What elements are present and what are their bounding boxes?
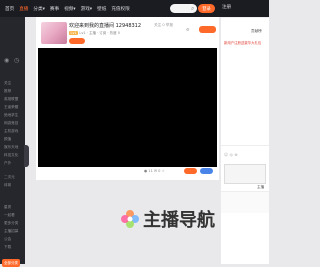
sidebar-item[interactable]: 主播招募 [4, 229, 18, 234]
sidebar-item[interactable]: 一起看 [4, 213, 15, 218]
gift-button[interactable] [184, 168, 197, 174]
user-icon[interactable]: ◉ [4, 57, 9, 64]
sidebar-item[interactable]: 王者荣耀 [4, 105, 18, 110]
divider [221, 145, 269, 146]
emoji-icon[interactable]: ☺ ◎ ⊕ [224, 152, 238, 157]
contribution-header[interactable]: 贡献榜 [251, 29, 262, 34]
share-button[interactable] [199, 26, 216, 33]
sidebar-item[interactable]: 网游竞技 [4, 121, 18, 126]
register-link[interactable]: 注册 [222, 4, 231, 10]
search-icon[interactable]: ⌕ [191, 5, 194, 13]
recharge-button[interactable] [200, 168, 213, 174]
streamer-avatar[interactable] [41, 22, 67, 44]
watermark: 主播导航 [120, 206, 215, 232]
settings-icon[interactable]: ⚙ [186, 27, 190, 32]
sidebar-item[interactable]: 下载 [4, 245, 11, 250]
sidebar-item[interactable]: 星秀 [4, 205, 11, 210]
sidebar-item[interactable]: 体育 [4, 183, 11, 188]
sidebar-item[interactable]: 推荐 [4, 89, 11, 94]
nav-recharge[interactable]: 充值权限 [111, 6, 129, 12]
sidebar-item[interactable]: 绝地求生 [4, 113, 18, 118]
sidebar-item[interactable]: 主机游戏 [4, 129, 18, 134]
sidebar-item[interactable]: 娱乐天地 [4, 145, 18, 150]
nav-events[interactable]: 赛事 [50, 6, 59, 12]
level-badge: Lv1 [69, 31, 79, 35]
sidebar-item[interactable]: 公会 [4, 237, 11, 242]
chat-input[interactable] [224, 164, 266, 184]
follow-button[interactable] [69, 38, 85, 44]
all-categories-button[interactable]: 全部分类 [2, 259, 20, 267]
sidebar-collapse-handle[interactable] [24, 145, 29, 167]
chat-footer [221, 191, 269, 213]
nav-games[interactable]: 游戏▾ [81, 6, 93, 12]
promo-link[interactable]: 新用户注册送豪华大礼包 [224, 40, 261, 45]
anchor-header: 主播 [257, 185, 265, 189]
flower-logo-icon [121, 210, 139, 228]
nav-live[interactable]: 直播 [19, 6, 28, 12]
search-input[interactable]: ⌕ [170, 4, 197, 13]
nav-home[interactable]: 首页 [5, 6, 14, 12]
watermark-text: 主播导航 [143, 210, 215, 231]
live-room-panel: 欢迎来到我的直播间 12948312 Lv1 Lv1 · 主播 · 订阅 · 热… [36, 17, 219, 180]
sidebar-item[interactable]: 关注 [4, 81, 11, 86]
sidebar-item[interactable]: 科技文化 [4, 153, 18, 158]
room-meta-text: Lv1 · 主播 · 订阅 · 热度 0 [79, 31, 120, 35]
login-button[interactable]: 登录 [198, 4, 215, 13]
nav-wallpaper[interactable]: 壁纸 [97, 6, 106, 12]
sidebar-item[interactable]: 英雄联盟 [4, 97, 18, 102]
divider [221, 17, 269, 18]
sidebar-item[interactable]: 更多分类 [4, 221, 18, 226]
top-nav-bar: 首页 直播 分类▾ 赛事 视频▾ 游戏▾ 壁纸 充值权限 ⌕ 登录 注册 [0, 0, 269, 17]
right-panel: 贡献榜 新用户注册送豪华大礼包 ☺ ◎ ⊕ 主播 [221, 17, 269, 264]
video-player[interactable] [38, 48, 217, 167]
sidebar-item[interactable]: 颜值 [4, 137, 11, 142]
room-meta: Lv1 Lv1 · 主播 · 订阅 · 热度 0 [69, 31, 120, 36]
nav-category[interactable]: 分类▾ [33, 6, 45, 12]
sidebar-item[interactable]: 户外 [4, 161, 11, 166]
header-actions[interactable]: 关注 0 举报 [154, 23, 173, 28]
room-title: 欢迎来到我的直播间 12948312 [69, 23, 142, 29]
player-stats: ● 11 ✉ 0 ☆ [144, 169, 165, 173]
nav-video[interactable]: 视频▾ [64, 6, 76, 12]
left-sidebar: ◉ ◷ 关注 推荐 英雄联盟 王者荣耀 绝地求生 网游竞技 主机游戏 颜值 娱乐… [0, 17, 29, 267]
sidebar-item[interactable]: 二次元 [4, 175, 15, 180]
history-icon[interactable]: ◷ [14, 57, 19, 64]
